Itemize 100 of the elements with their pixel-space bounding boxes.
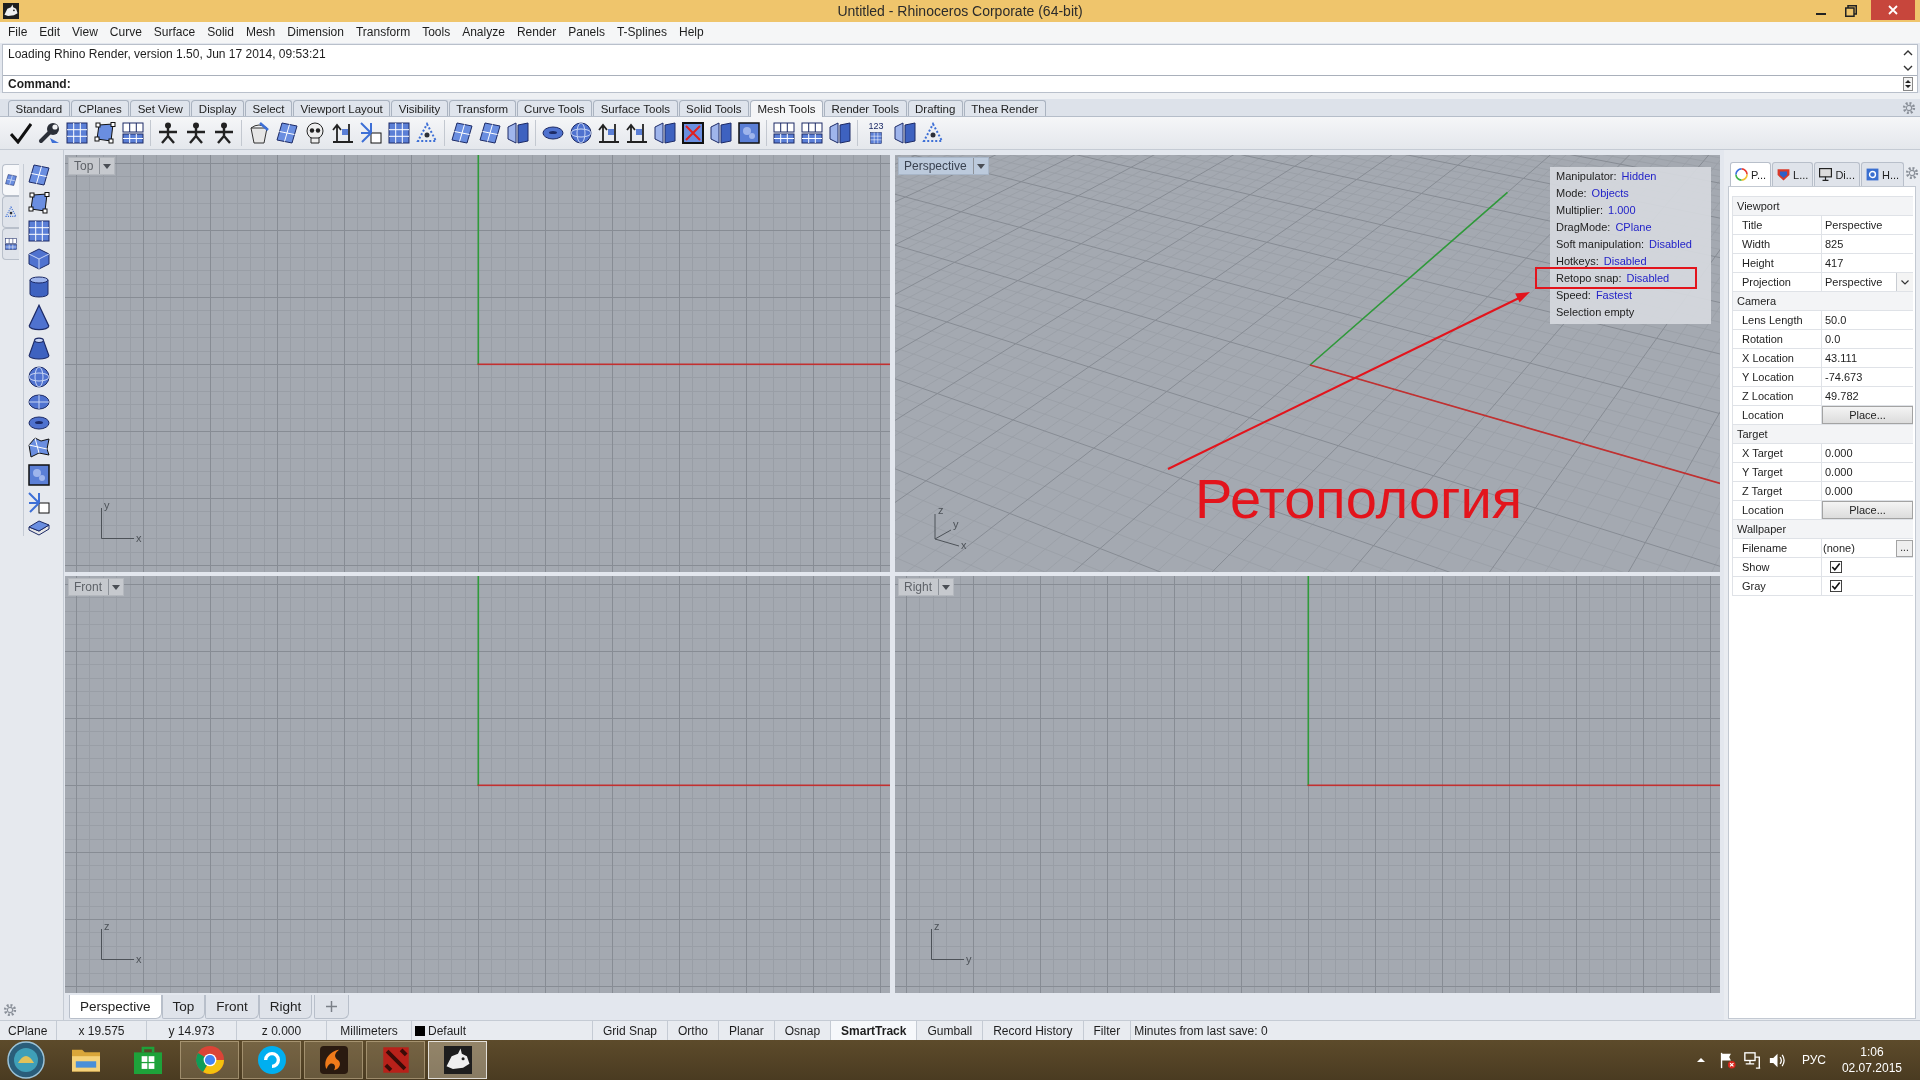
mesh-patch-icon[interactable] xyxy=(28,164,50,186)
folded-panel-icon[interactable] xyxy=(654,122,676,144)
toolbar-tab[interactable]: Display xyxy=(191,100,245,116)
toolbar-tab[interactable]: Mesh Tools xyxy=(750,100,823,117)
flag-icon[interactable] xyxy=(1718,1051,1736,1069)
add-tab-button[interactable] xyxy=(314,995,350,1019)
panel-tab[interactable]: L... xyxy=(1772,162,1814,186)
toolbar-tab[interactable]: Drafting xyxy=(907,100,963,116)
viewport-tab[interactable]: Right xyxy=(258,995,313,1019)
close-button[interactable] xyxy=(1871,0,1915,20)
menu-item[interactable]: Solid xyxy=(201,23,240,42)
cube-icon[interactable] xyxy=(28,248,50,270)
sphere-icon[interactable] xyxy=(570,122,592,144)
stick-figure-icon[interactable] xyxy=(185,122,207,144)
settings-icon[interactable] xyxy=(1905,166,1920,180)
stick-figure-icon[interactable] xyxy=(157,122,179,144)
property-value[interactable]: 417 xyxy=(1822,254,1913,272)
taskbar-button[interactable] xyxy=(242,1041,301,1079)
viewport-tab[interactable]: Front xyxy=(205,995,259,1019)
control-point-patch-icon[interactable] xyxy=(94,122,116,144)
language-indicator[interactable]: РУС xyxy=(1801,1053,1826,1067)
property-button[interactable]: Place... xyxy=(1822,406,1913,424)
folded-panel-icon[interactable] xyxy=(829,122,851,144)
toolbar-tab[interactable]: CPlanes xyxy=(70,100,130,116)
volume-icon[interactable] xyxy=(1768,1051,1786,1069)
menu-item[interactable]: Tools xyxy=(416,23,457,42)
menu-item[interactable]: View xyxy=(66,23,104,42)
mesh-grid-icon[interactable] xyxy=(388,122,410,144)
triangle-dots-icon[interactable] xyxy=(922,122,944,144)
menu-item[interactable]: Analyze xyxy=(456,23,511,42)
menu-item[interactable]: T-Splines xyxy=(610,23,673,42)
panel-tab[interactable]: Di... xyxy=(1814,162,1860,186)
menu-item[interactable]: Edit xyxy=(33,23,67,42)
property-value[interactable]: Perspective xyxy=(1822,216,1913,234)
bucket-icon[interactable] xyxy=(248,122,270,144)
toolbar-tab[interactable]: Thea Render xyxy=(963,100,1046,116)
cylinder-icon[interactable] xyxy=(28,276,50,298)
mesh-patch-icon[interactable] xyxy=(451,122,473,144)
toolbar-tab[interactable]: Curve Tools xyxy=(516,100,593,116)
side-tab[interactable] xyxy=(2,228,19,260)
truncated-cone-icon[interactable] xyxy=(28,336,50,360)
split-grid-icon[interactable] xyxy=(801,122,823,144)
toolbar-tab[interactable]: Surface Tools xyxy=(593,100,678,116)
spotted-square-icon[interactable] xyxy=(738,122,760,144)
panel-tab[interactable]: H... xyxy=(1860,162,1905,186)
folded-panel-icon[interactable] xyxy=(710,122,732,144)
cone-icon[interactable] xyxy=(28,304,50,331)
corner-rays-icon[interactable] xyxy=(360,122,382,144)
triangle-dots-icon[interactable] xyxy=(416,122,438,144)
menu-item[interactable]: Transform xyxy=(349,23,417,42)
clock-date[interactable]: 02.07.2015 xyxy=(1841,1060,1902,1076)
toolbar-tab[interactable]: Set View xyxy=(130,100,191,116)
split-grid-icon[interactable] xyxy=(122,122,144,144)
animal-head-icon[interactable] xyxy=(3,3,19,19)
restore-icon[interactable] xyxy=(1845,5,1857,17)
dropdown-field[interactable]: Perspective xyxy=(1822,273,1913,291)
menu-item[interactable]: Curve xyxy=(103,23,148,42)
property-value[interactable]: 43.111 xyxy=(1822,349,1913,367)
taskbar-button[interactable] xyxy=(304,1041,363,1079)
checkbox[interactable] xyxy=(1830,580,1842,592)
toolbar-tab[interactable]: Visibility xyxy=(391,100,448,116)
menu-item[interactable]: Dimension xyxy=(281,23,350,42)
spin-arrows-icon[interactable] xyxy=(1903,77,1913,91)
check-icon[interactable] xyxy=(10,122,32,144)
viewport-tab[interactable]: Top xyxy=(161,995,206,1019)
arrow-lines-icon[interactable] xyxy=(332,122,354,144)
menu-item[interactable]: Render xyxy=(510,23,563,42)
arrow-lines-icon[interactable] xyxy=(598,122,620,144)
menu-item[interactable]: Panels xyxy=(562,23,611,42)
menu-item[interactable]: File xyxy=(2,23,34,42)
side-tab[interactable] xyxy=(2,164,19,196)
ellipsoid-icon[interactable] xyxy=(28,393,50,410)
property-value[interactable]: 0.0 xyxy=(1822,330,1913,348)
viewport-title-button[interactable]: Top xyxy=(68,157,116,175)
chevron-up-icon[interactable] xyxy=(1696,1058,1705,1062)
viewport-title-button[interactable]: Right xyxy=(898,578,954,596)
property-value[interactable]: 0.000 xyxy=(1822,444,1913,462)
control-point-patch-icon[interactable] xyxy=(28,192,50,214)
numbering-button[interactable]: 123 xyxy=(864,120,888,146)
status-toggle[interactable]: SmartTrack xyxy=(831,1021,918,1040)
settings-icon[interactable] xyxy=(3,1003,17,1017)
panel-tab[interactable]: P... xyxy=(1730,162,1772,186)
toolbar-tab[interactable]: Viewport Layout xyxy=(293,100,391,116)
stacked-panel-icon[interactable] xyxy=(28,519,50,536)
scroll-up-icon[interactable] xyxy=(1903,49,1913,56)
spotted-square-icon[interactable] xyxy=(28,463,50,486)
mesh-patch-icon[interactable] xyxy=(276,122,298,144)
corner-rays-icon[interactable] xyxy=(28,491,50,514)
menu-item[interactable]: Help xyxy=(673,23,710,42)
crossed-square-icon[interactable] xyxy=(682,122,704,144)
menu-item[interactable]: Surface xyxy=(147,23,202,42)
skull-icon[interactable] xyxy=(304,122,326,144)
toolbar-tab[interactable]: Transform xyxy=(448,100,516,116)
jagged-mesh-icon[interactable] xyxy=(28,435,50,458)
browse-button[interactable]: ... xyxy=(1896,539,1913,557)
torus-icon[interactable] xyxy=(542,126,564,140)
network-icon[interactable] xyxy=(1743,1051,1761,1069)
toolbar-tab[interactable]: Select xyxy=(245,100,293,116)
mesh-patch-icon[interactable] xyxy=(479,122,501,144)
mesh-grid-icon[interactable] xyxy=(66,122,88,144)
